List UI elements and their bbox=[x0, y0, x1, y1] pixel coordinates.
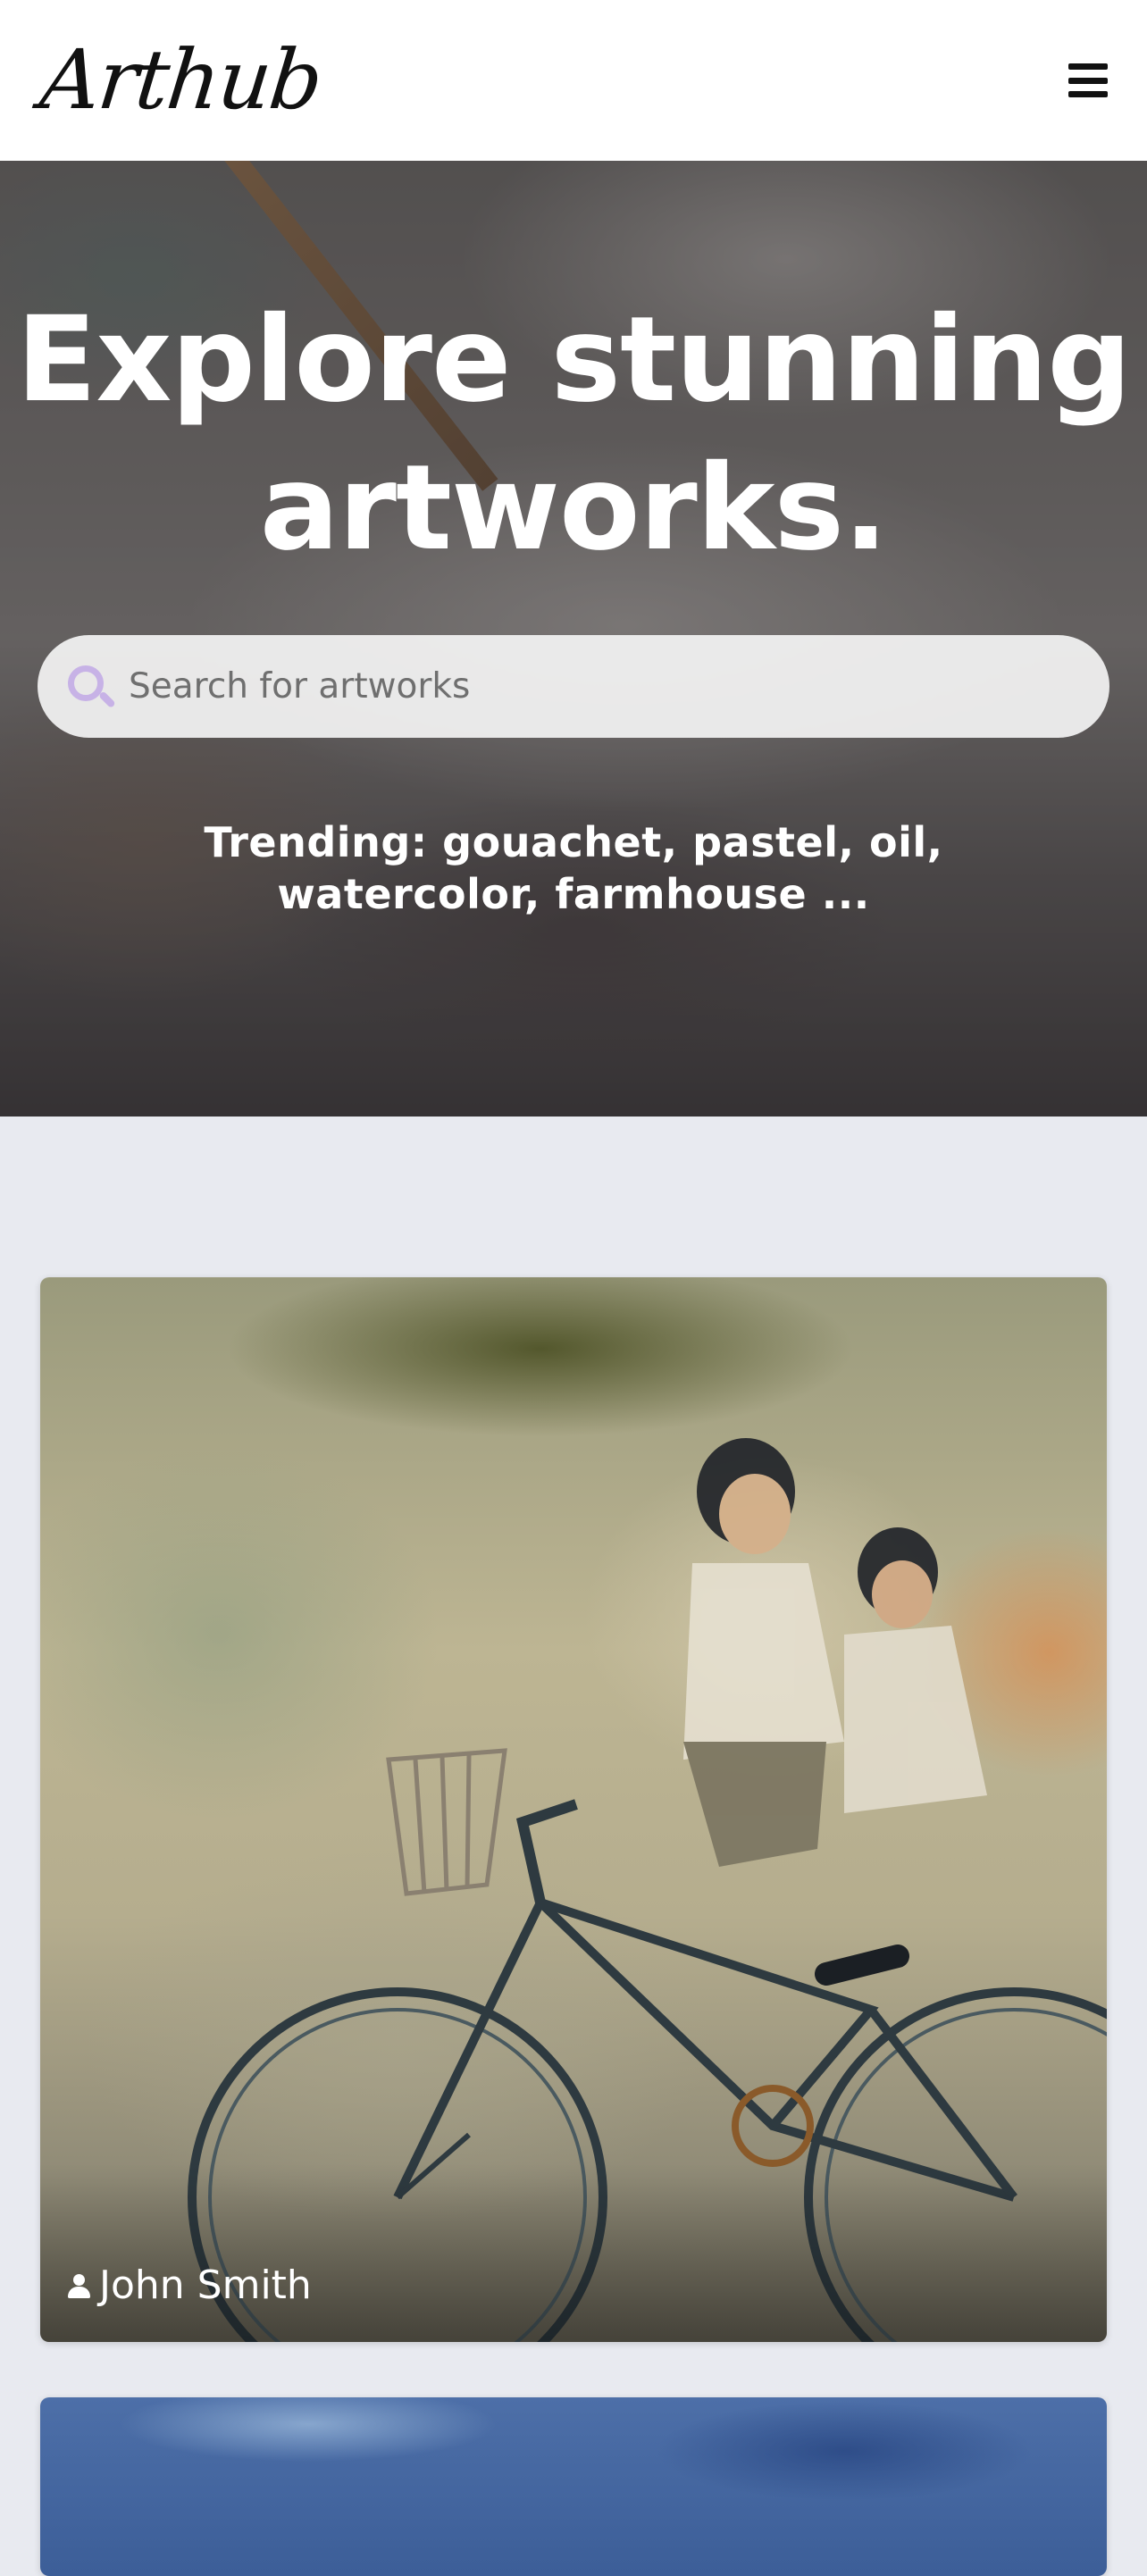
hero-banner: Explore stunning artworks. Trending: gou… bbox=[0, 161, 1147, 1117]
top-nav-bar: Arthub bbox=[0, 0, 1147, 161]
artist-credit[interactable]: John Smith bbox=[67, 2262, 312, 2308]
user-icon bbox=[67, 2272, 90, 2299]
menu-icon-bar bbox=[1068, 91, 1108, 97]
bicycle bbox=[188, 1799, 1107, 2342]
bicycle-basket bbox=[386, 1748, 507, 1896]
artwork-image[interactable] bbox=[40, 1277, 1107, 2342]
search-input[interactable] bbox=[129, 666, 1109, 707]
trending-tags[interactable]: Trending: gouachet, pastel, oil, waterco… bbox=[89, 816, 1058, 920]
artist-name: John Smith bbox=[99, 2262, 312, 2308]
hero-title: Explore stunning artworks. bbox=[16, 291, 1132, 577]
menu-icon-bar bbox=[1068, 77, 1108, 84]
site-logo[interactable]: Arthub bbox=[36, 32, 325, 128]
artwork-card[interactable] bbox=[40, 2397, 1107, 2576]
search-icon[interactable] bbox=[64, 662, 116, 712]
artwork-card[interactable]: John Smith bbox=[40, 1277, 1107, 2342]
menu-icon-bar bbox=[1068, 63, 1108, 70]
search-bar[interactable] bbox=[38, 635, 1109, 738]
mural-children bbox=[683, 1438, 987, 1867]
hamburger-menu-icon[interactable] bbox=[1068, 63, 1108, 97]
artwork-image[interactable] bbox=[40, 2397, 1107, 2576]
